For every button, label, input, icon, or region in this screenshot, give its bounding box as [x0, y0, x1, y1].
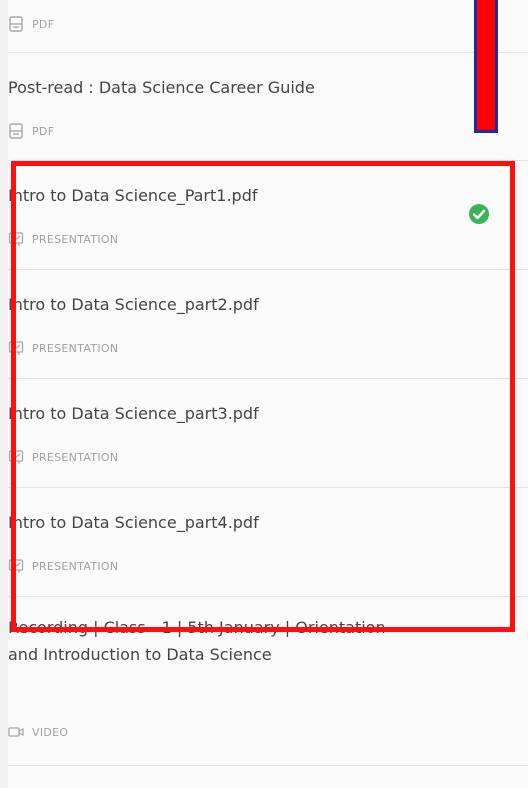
item-type: PRESENTATION — [8, 231, 118, 247]
item-type: PRESENTATION — [8, 558, 118, 574]
video-icon — [8, 724, 24, 740]
item-type: VIDEO — [8, 724, 68, 740]
item-type-label: PRESENTATION — [32, 450, 119, 464]
item-type: PRESENTATION — [8, 340, 118, 356]
item-type-label: PDF — [32, 124, 55, 138]
course-content-panel: PDF Post-read : Data Science Career Guid… — [0, 0, 528, 788]
item-title[interactable]: Post-read : Data Science Career Guide — [8, 74, 428, 101]
red-marker-bar — [474, 0, 498, 133]
pdf-file-icon — [8, 123, 24, 139]
presentation-icon — [8, 558, 24, 574]
presentation-icon — [8, 231, 24, 247]
item-title[interactable]: Recording | Class - 1 | 5th January | Or… — [8, 614, 418, 668]
list-item-post-read[interactable]: Post-read : Data Science Career Guide PD… — [8, 53, 528, 161]
list-item-next[interactable] — [8, 766, 528, 788]
item-title[interactable]: Intro to Data Science_part2.pdf — [8, 291, 428, 318]
list-item-intro-part4[interactable]: Intro to Data Science_part4.pdf PRESENTA… — [8, 488, 528, 597]
list-item-intro-part3[interactable]: Intro to Data Science_part3.pdf PRESENTA… — [8, 379, 528, 488]
presentation-icon — [8, 340, 24, 356]
item-type: PDF — [8, 123, 54, 139]
item-type-label: PRESENTATION — [32, 559, 119, 573]
list-item-intro-part1[interactable]: Intro to Data Science_Part1.pdf PRESENTA… — [8, 161, 528, 270]
item-type-label: VIDEO — [32, 725, 69, 739]
item-type-label: PRESENTATION — [32, 341, 119, 355]
item-type: PDF — [8, 16, 54, 32]
pdf-file-icon — [8, 16, 24, 32]
item-type-label: PDF — [32, 17, 55, 31]
item-title[interactable]: Intro to Data Science_part3.pdf — [8, 400, 428, 427]
item-title[interactable]: Intro to Data Science_part4.pdf — [8, 509, 428, 536]
completed-check-icon — [467, 202, 491, 226]
item-title[interactable]: Intro to Data Science_Part1.pdf — [8, 182, 428, 209]
item-type-label: PRESENTATION — [32, 232, 119, 246]
list-item-recording-class-1[interactable]: Recording | Class - 1 | 5th January | Or… — [8, 597, 528, 766]
course-material-list: PDF Post-read : Data Science Career Guid… — [8, 0, 528, 788]
list-item-pdf-top[interactable]: PDF — [8, 0, 528, 53]
presentation-icon — [8, 449, 24, 465]
list-item-intro-part2[interactable]: Intro to Data Science_part2.pdf PRESENTA… — [8, 270, 528, 379]
item-type: PRESENTATION — [8, 449, 118, 465]
